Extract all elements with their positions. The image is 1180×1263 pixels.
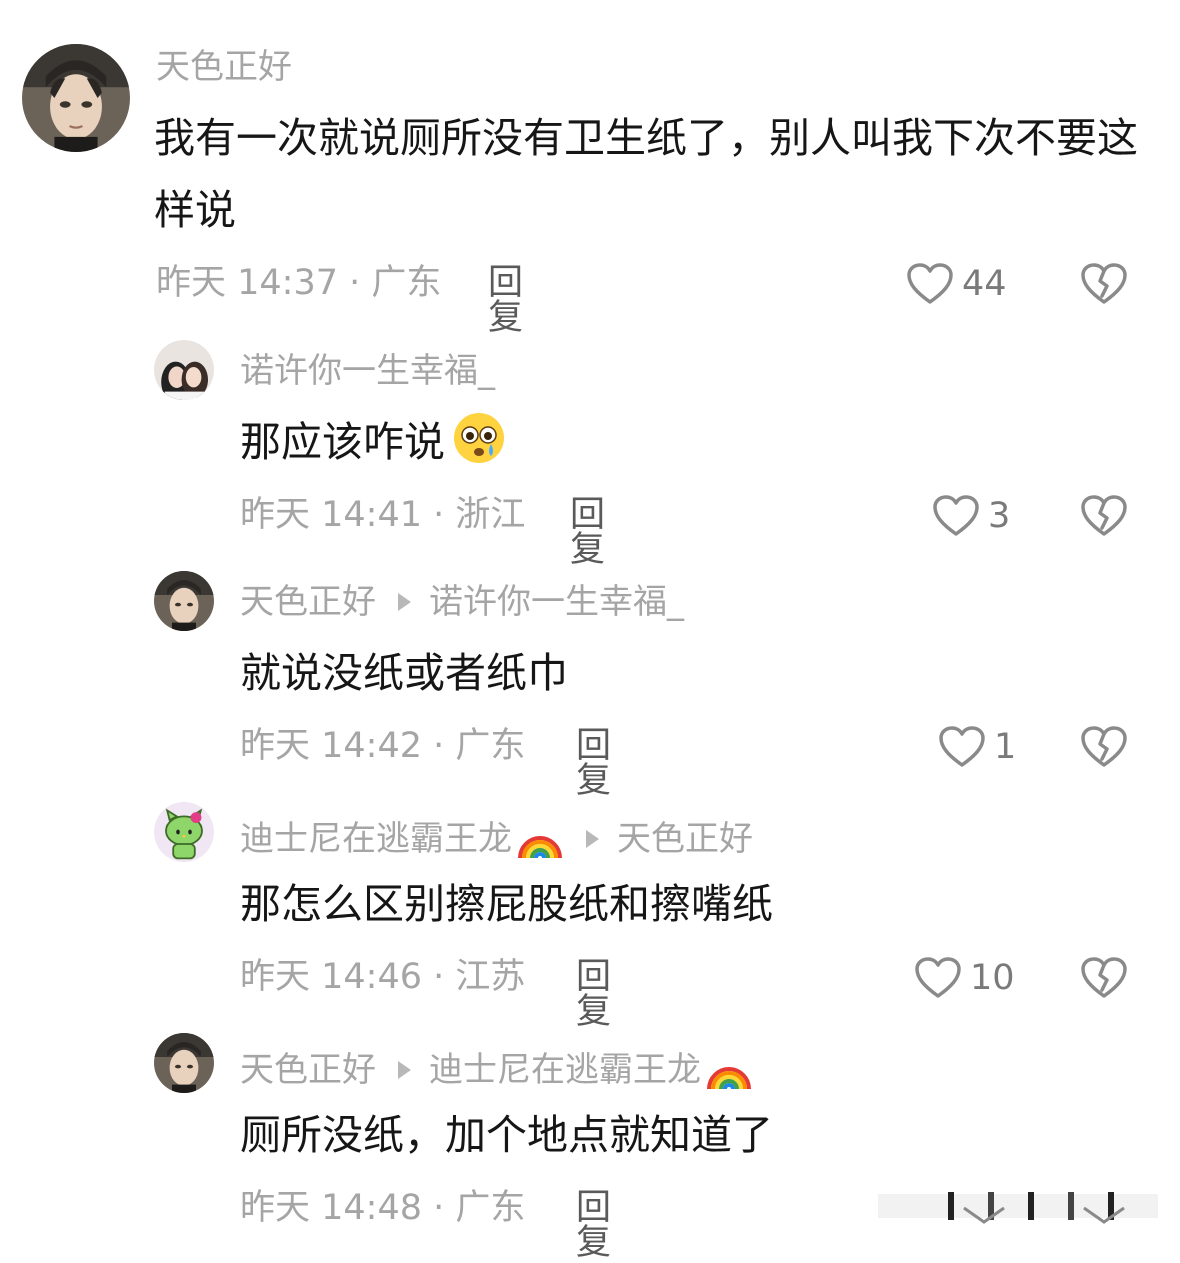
reply-button[interactable]: 回复 [488, 266, 523, 336]
reply-button[interactable]: 回复 [576, 729, 611, 799]
comment-username[interactable]: 迪士尼在逃霸王龙 天色正好 [240, 816, 753, 862]
like-count: 10 [970, 957, 1015, 998]
reply-button[interactable]: 回复 [576, 960, 611, 1030]
flushed-sweat-emoji [451, 410, 507, 466]
username-text[interactable]: 天色正好 [156, 50, 292, 84]
rainbow-icon [705, 1047, 753, 1093]
user-avatar[interactable] [22, 44, 130, 152]
anime-man-avatar-icon [22, 44, 130, 152]
broken-heart-icon [1081, 495, 1127, 536]
user-avatar[interactable] [154, 802, 214, 862]
reply-arrow-icon [586, 830, 599, 848]
like-count: 44 [962, 263, 1007, 304]
comment-text: 我有一次就说厕所没有卫生纸了，别人叫我下次不要这样说 [154, 114, 1138, 234]
watermark-overlay [878, 1192, 1158, 1224]
heart-icon [933, 495, 979, 536]
comment-text-content: 那应该咋说 [240, 418, 445, 466]
comment-time-location: 昨天 14:41 · 浙江 [240, 495, 526, 535]
broken-heart-icon [1081, 263, 1127, 304]
username-text[interactable]: 诺许你一生幸福_ [240, 354, 495, 388]
reply-to-username[interactable]: 诺许你一生幸福_ [429, 585, 684, 619]
comment-text: 就说没纸或者纸巾 [240, 649, 568, 697]
comment-text: 厕所没纸，加个地点就知道了 [240, 1111, 773, 1159]
user-avatar[interactable] [154, 340, 214, 400]
user-avatar[interactable] [154, 1033, 214, 1093]
user-avatar[interactable] [154, 571, 214, 631]
comment-text: 那怎么区别擦屁股纸和擦嘴纸 [240, 880, 773, 928]
reply-button[interactable]: 回复 [576, 1191, 611, 1261]
heart-icon [939, 726, 985, 767]
reply-to-username[interactable]: 迪士尼在逃霸王龙 [429, 1053, 701, 1087]
comment-text: 那应该咋说 [240, 406, 1120, 478]
dislike-button[interactable] [1080, 725, 1128, 769]
username-text[interactable]: 迪士尼在逃霸王龙 [240, 822, 512, 856]
reply-button[interactable]: 回复 [570, 498, 605, 568]
comment-username[interactable]: 天色正好 诺许你一生幸福_ [240, 585, 684, 619]
heart-icon [907, 263, 953, 304]
comment-time-location: 昨天 14:42 · 广东 [240, 726, 526, 766]
anime-man-avatar-icon [154, 571, 214, 631]
rainbow-icon [516, 816, 564, 862]
like-button[interactable]: 10 [914, 956, 1015, 1000]
comment-username[interactable]: 天色正好 迪士尼在逃霸王龙 [240, 1047, 753, 1093]
like-button[interactable]: 44 [906, 262, 1007, 306]
dislike-button[interactable] [1080, 494, 1128, 538]
reply-arrow-icon [398, 593, 411, 611]
dislike-button[interactable] [1080, 956, 1128, 1000]
comment-username[interactable]: 天色正好 [156, 50, 292, 84]
like-button[interactable]: 1 [938, 725, 1016, 769]
reply-arrow-icon [398, 1061, 411, 1079]
green-hello-kitty-avatar-icon [154, 802, 214, 862]
like-count: 1 [994, 726, 1017, 767]
username-text[interactable]: 天色正好 [240, 585, 376, 619]
heart-icon [915, 957, 961, 998]
dislike-button[interactable] [1080, 262, 1128, 306]
reply-to-username[interactable]: 天色正好 [617, 822, 753, 856]
comment-time-location: 昨天 14:46 · 江苏 [240, 957, 526, 997]
anime-man-avatar-icon [154, 1033, 214, 1093]
username-text[interactable]: 天色正好 [240, 1053, 376, 1087]
like-button[interactable]: 3 [932, 494, 1010, 538]
two-girls-photo-avatar-icon [154, 340, 214, 400]
broken-heart-icon [1081, 726, 1127, 767]
comment-time-location: 昨天 14:37 · 广东 [156, 263, 442, 303]
comment-time-location: 昨天 14:48 · 广东 [240, 1188, 526, 1228]
comment-username[interactable]: 诺许你一生幸福_ [240, 354, 495, 388]
broken-heart-icon [1081, 957, 1127, 998]
like-count: 3 [988, 495, 1011, 536]
